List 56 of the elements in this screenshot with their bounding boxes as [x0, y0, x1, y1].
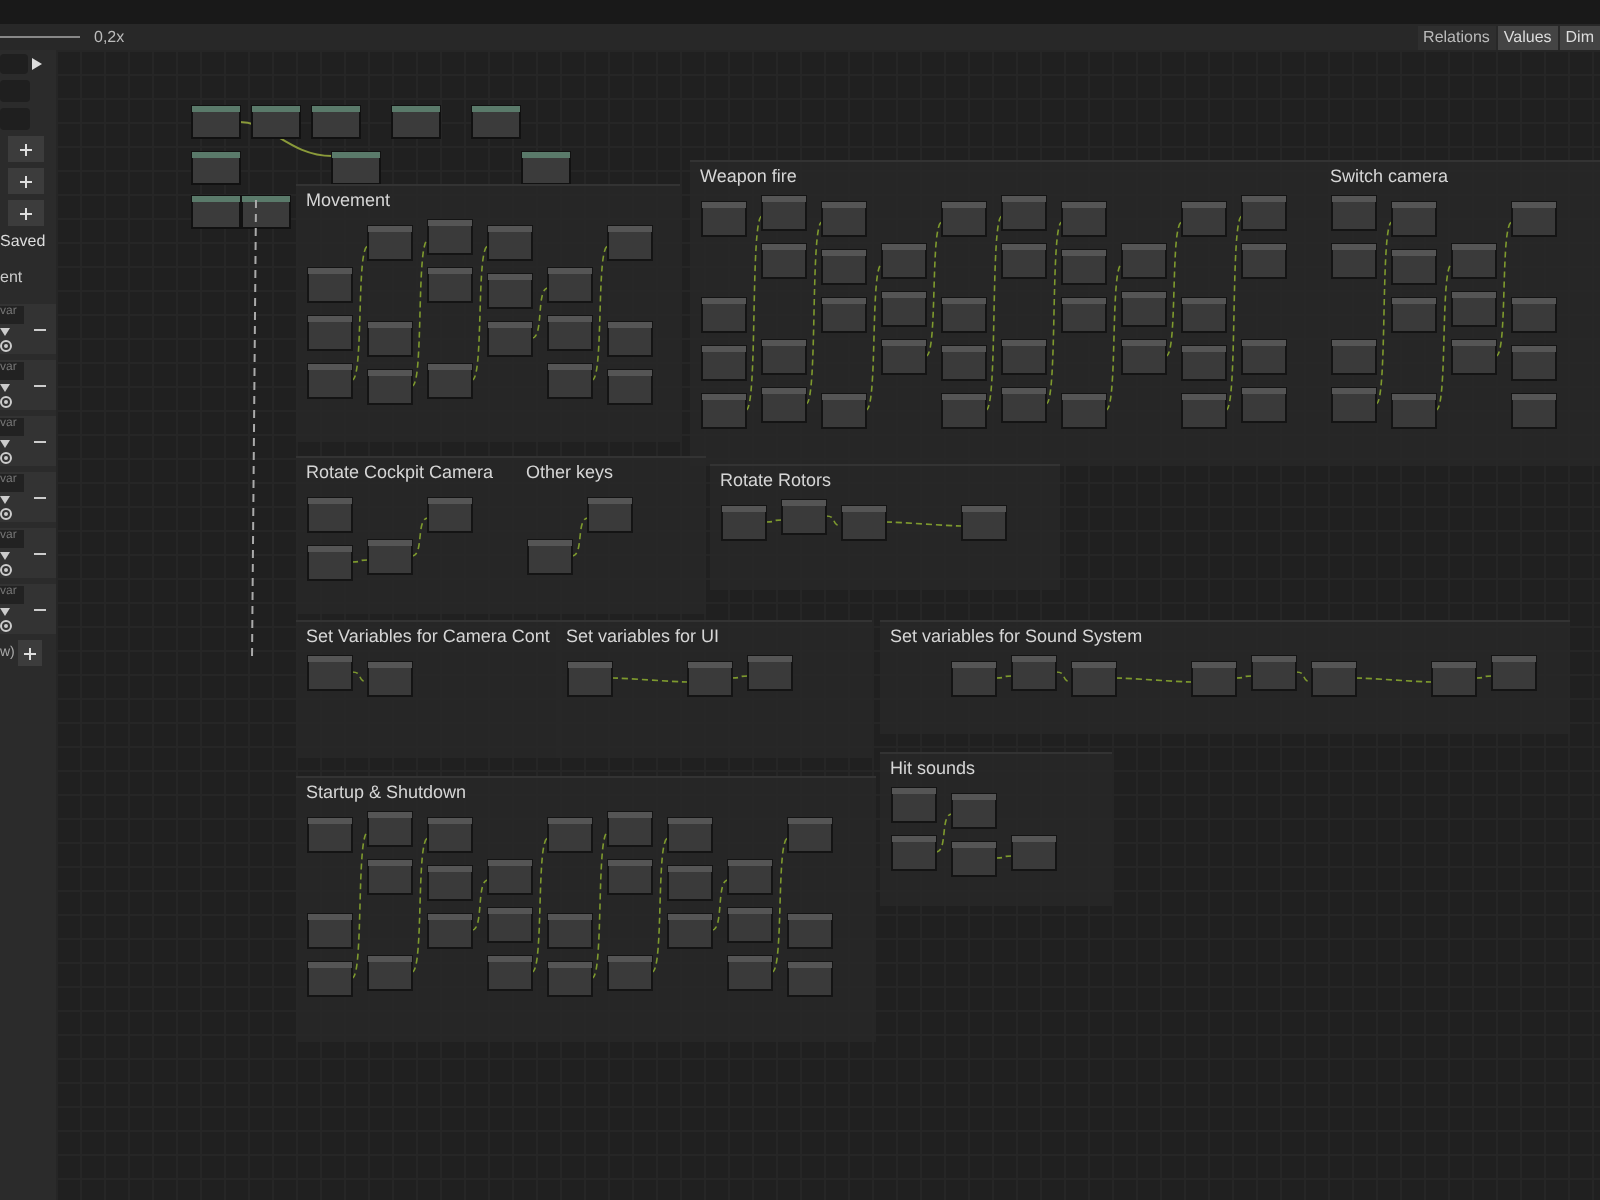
dropdown-icon[interactable] [0, 440, 10, 448]
group-title: Rotate Rotors [720, 470, 832, 490]
minus-icon [34, 439, 46, 443]
node-group-frame[interactable]: Movement [296, 184, 680, 442]
plus-icon [20, 143, 32, 155]
node-group-frame[interactable]: Startup & Shutdown [296, 776, 876, 1042]
minus-icon [34, 551, 46, 555]
plus-icon [20, 175, 32, 187]
minus-icon [34, 327, 46, 331]
plus-icon [24, 647, 37, 659]
target-icon[interactable] [0, 340, 12, 352]
dropdown-icon[interactable] [0, 608, 10, 616]
node-group-frame[interactable]: Set variables for UI [556, 620, 872, 758]
target-icon[interactable] [0, 452, 12, 464]
group-title: Weapon fire [700, 166, 797, 186]
node-group-frame[interactable]: Weapon fire [690, 160, 1320, 466]
add-button[interactable] [8, 136, 44, 162]
minus-icon [34, 495, 46, 499]
target-icon[interactable] [0, 508, 12, 520]
minus-icon [34, 607, 46, 611]
group-title: Other keys [526, 462, 614, 482]
zoom-label: 0,2x [94, 28, 125, 46]
node-group-frame[interactable]: Other keys [516, 456, 706, 614]
group-title: Set variables for UI [566, 626, 720, 646]
node-group-frame[interactable]: Rotate Cockpit Camera [296, 456, 516, 614]
view-toggle-button[interactable]: Dim [1559, 25, 1600, 49]
group-title: Set Variables for Camera Cont [306, 626, 550, 646]
section-label: ent [0, 268, 25, 286]
dropdown-icon[interactable] [0, 384, 10, 392]
plus-icon [20, 207, 32, 219]
target-icon[interactable] [0, 564, 12, 576]
node-group-frame[interactable]: Switch camera [1320, 160, 1600, 466]
node-cluster-drawing [306, 654, 414, 698]
dropdown-icon[interactable] [0, 328, 10, 336]
node-group-frame[interactable]: Set Variables for Camera Cont [296, 620, 560, 758]
group-title: Movement [306, 190, 391, 210]
view-toggle-button[interactable]: Values [1497, 25, 1558, 49]
add-button[interactable] [18, 640, 43, 666]
node-group-frame[interactable]: Set variables for Sound System [880, 620, 1570, 734]
add-button[interactable] [8, 168, 44, 194]
node-group-frame[interactable]: Rotate Rotors [710, 464, 1060, 590]
group-title: Rotate Cockpit Camera [306, 462, 494, 482]
group-title: Set variables for Sound System [890, 626, 1143, 646]
saved-status: Saved [0, 232, 48, 250]
group-title: Startup & Shutdown [306, 782, 467, 802]
dropdown-icon[interactable] [0, 496, 10, 504]
group-title: Switch camera [1330, 166, 1449, 186]
view-toggle-button[interactable]: Relations [1417, 25, 1496, 49]
add-button[interactable] [8, 200, 44, 226]
dropdown-icon[interactable] [0, 552, 10, 560]
target-icon[interactable] [0, 396, 12, 408]
target-icon[interactable] [0, 620, 12, 632]
group-title: Hit sounds [890, 758, 976, 778]
minus-icon [34, 383, 46, 387]
node-group-frame[interactable]: Hit sounds [880, 752, 1112, 906]
play-icon[interactable] [32, 58, 42, 70]
